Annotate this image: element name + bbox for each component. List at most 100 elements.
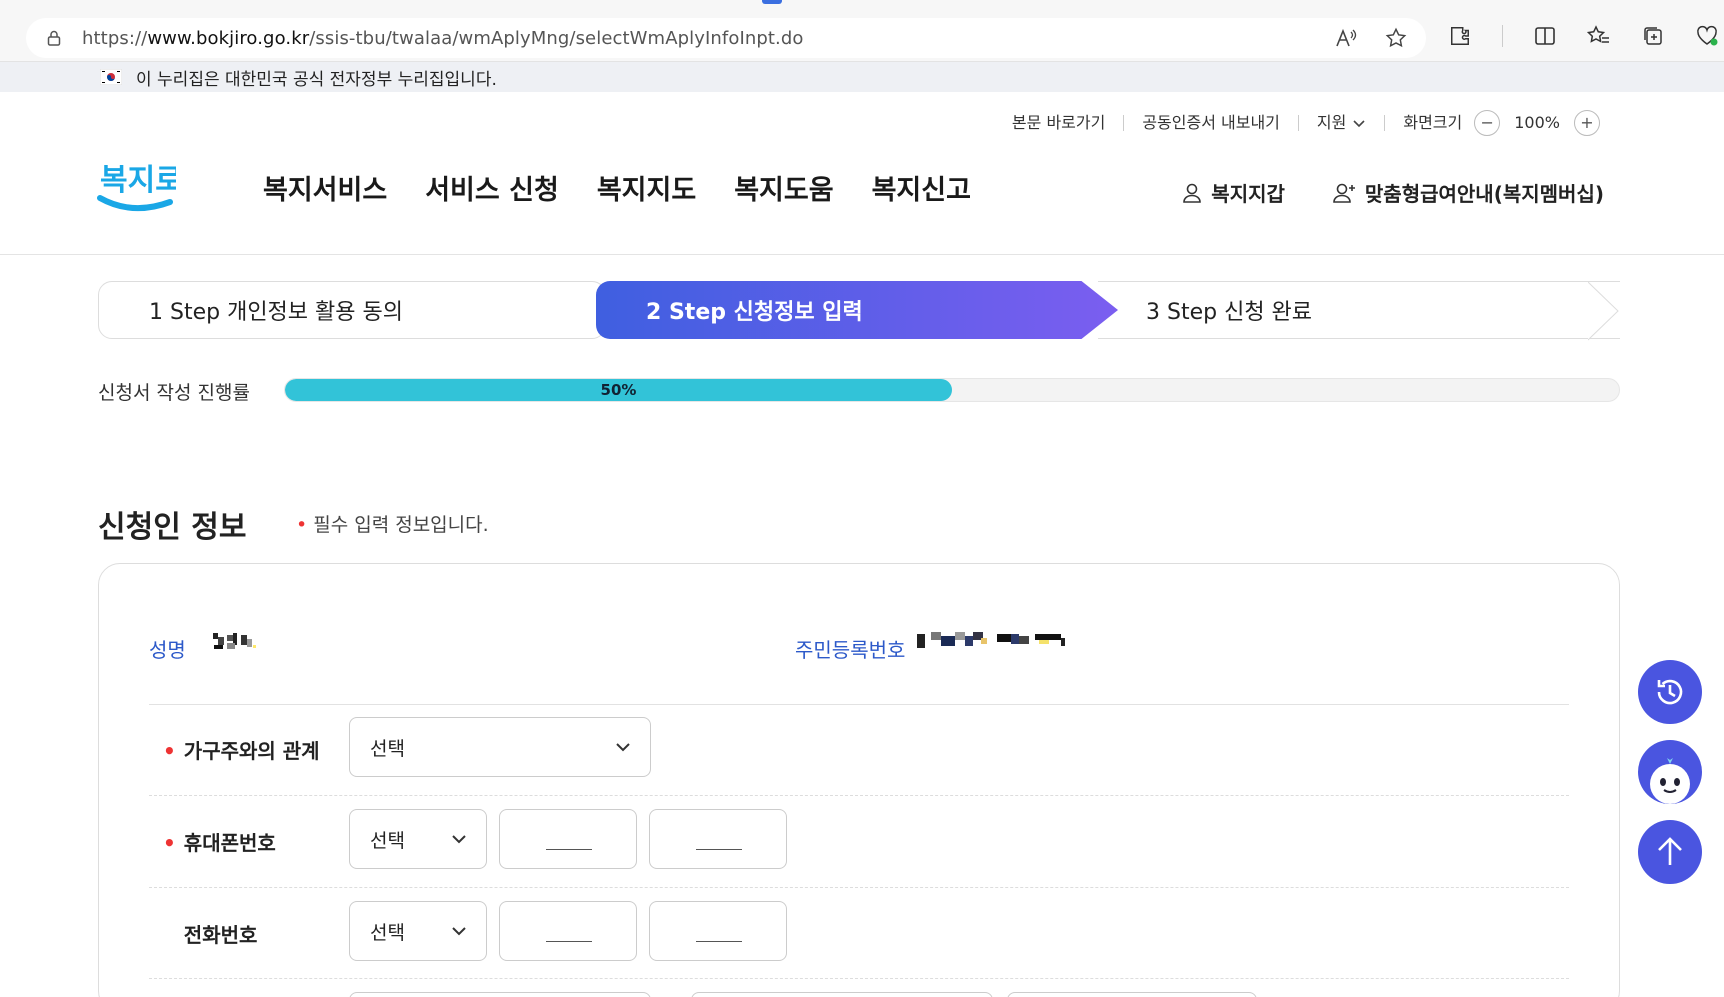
scroll-top-button[interactable] [1638, 820, 1702, 884]
address-bar[interactable]: https://www.bokjiro.go.kr/ssis-tbu/twala… [26, 18, 1426, 58]
phone-middle-input[interactable] [499, 901, 637, 961]
chevron-down-icon [1353, 120, 1365, 128]
chatbot-mascot-icon [1650, 758, 1690, 804]
application-progress: 신청서 작성 진행률 50% [98, 378, 1620, 404]
mobile-label-text: 휴대폰번호 [183, 831, 276, 855]
masked-rrn-value [917, 628, 1077, 652]
phone-middle-field[interactable] [500, 902, 636, 960]
input-underline [546, 849, 592, 850]
mobile-last-field[interactable] [650, 810, 786, 868]
membership-link[interactable]: 맞춤형급여안내(복지멤버십) [1333, 178, 1604, 207]
mobile-middle-field[interactable] [500, 810, 636, 868]
membership-label: 맞춤형급여안내(복지멤버십) [1364, 182, 1604, 206]
relation-label: • 가구주와의 관계 [163, 735, 320, 764]
mobile-prefix-value: 선택 [370, 829, 405, 852]
mobile-middle-input[interactable] [499, 809, 637, 869]
row-divider [149, 887, 1569, 888]
read-aloud-icon[interactable] [1334, 26, 1358, 50]
extensions-icon[interactable] [1448, 24, 1472, 48]
applicant-form-card: 성명 주민등록번호 • 가구주와의 관계 선택 • 휴대폰번호 선택 전화번호 … [98, 563, 1620, 997]
phone-prefix-select[interactable]: 선택 [349, 901, 487, 961]
chevron-down-icon [616, 743, 630, 752]
history-icon [1657, 679, 1683, 705]
rrn-label: 주민등록번호 [795, 638, 906, 662]
step-2-label: 2 Step 신청정보 입력 [646, 300, 863, 325]
nav-welfare-map[interactable]: 복지지도 [597, 168, 696, 207]
favorite-star-icon[interactable] [1384, 26, 1408, 50]
mobile-row: • 휴대폰번호 선택 [149, 809, 1569, 869]
mobile-label: • 휴대폰번호 [163, 827, 276, 856]
nav-welfare-help[interactable]: 복지도움 [734, 168, 833, 207]
utility-menu: 본문 바로가기 공동인증서 내보내기 지원 화면크기 − 100% + [994, 110, 1618, 136]
toolbar-divider [1502, 25, 1503, 47]
gov-official-banner: 이 누리집은 대한민국 공식 전자정부 누리집입니다. [0, 62, 1724, 92]
nav-welfare-report[interactable]: 복지신고 [872, 168, 971, 207]
url-text: https://www.bokjiro.go.kr/ssis-tbu/twala… [82, 27, 804, 49]
nav-service-apply[interactable]: 서비스 신청 [425, 168, 559, 207]
split-screen-icon[interactable] [1533, 24, 1557, 48]
export-certificate-link[interactable]: 공동인증서 내보내기 [1124, 115, 1299, 131]
masked-name-value [211, 630, 271, 654]
input-underline [546, 941, 592, 942]
required-note-text: 필수 입력 정보입니다. [313, 514, 489, 536]
row-divider [149, 795, 1569, 796]
input-underline [696, 849, 742, 850]
bokjiro-logo[interactable]: 복지로 [96, 150, 183, 220]
required-dot: • [163, 831, 176, 855]
applicant-info-row: 성명 주민등록번호 [149, 628, 1569, 668]
zoom-level: 100% [1514, 113, 1560, 132]
mobile-prefix-select[interactable]: 선택 [349, 809, 487, 869]
next-row-input[interactable] [691, 992, 993, 997]
row-divider [149, 704, 1569, 705]
user-add-icon [1333, 183, 1355, 203]
nav-welfare-service[interactable]: 복지서비스 [263, 168, 387, 207]
mobile-last-input[interactable] [649, 809, 787, 869]
relation-select[interactable]: 선택 [349, 717, 651, 777]
support-label: 지원 [1316, 113, 1347, 132]
step-2-active: 2 Step 신청정보 입력 [596, 281, 1118, 339]
skip-to-content-link[interactable]: 본문 바로가기 [994, 115, 1125, 131]
zoom-in-button[interactable]: + [1574, 110, 1600, 136]
korea-flag-icon [99, 68, 123, 86]
browser-essentials-icon[interactable] [1695, 24, 1719, 48]
phone-row: •전화번호 선택 [149, 901, 1569, 961]
progress-track: 50% [284, 378, 1620, 402]
next-row-select[interactable] [349, 992, 651, 997]
name-label: 성명 [149, 638, 186, 662]
site-header: 본문 바로가기 공동인증서 내보내기 지원 화면크기 − 100% + 복지로 … [0, 92, 1724, 255]
step-3-label: 3 Step 신청 완료 [1146, 300, 1313, 325]
zoom-out-button[interactable]: − [1474, 110, 1501, 136]
support-dropdown[interactable]: 지원 [1299, 113, 1386, 132]
gov-banner-text: 이 누리집은 대한민국 공식 전자정부 누리집입니다. [136, 69, 497, 90]
phone-label-text: 전화번호 [183, 923, 258, 947]
screen-size-label: 화면크기 [1403, 113, 1463, 132]
step-indicator: 1 Step 개인정보 활용 동의 3 Step 신청 완료 2 Step 신청… [98, 281, 1620, 341]
arrow-up-icon [1658, 837, 1682, 865]
phone-last-field[interactable] [650, 902, 786, 960]
recent-history-button[interactable] [1638, 660, 1702, 724]
chevron-down-icon [452, 835, 466, 844]
welfare-wallet-link[interactable]: 복지지갑 [1181, 178, 1285, 207]
lock-icon [46, 30, 62, 46]
tab-indicator [762, 0, 782, 4]
chevron-down-icon [452, 927, 466, 936]
step-1-label: 1 Step 개인정보 활용 동의 [149, 300, 403, 325]
required-dot: • [296, 514, 308, 536]
header-user-menu: 복지지갑 맞춤형급여안내(복지멤버십) [1181, 178, 1604, 207]
required-note: • 필수 입력 정보입니다. [296, 510, 489, 537]
next-row-input[interactable] [1007, 992, 1257, 997]
step-1: 1 Step 개인정보 활용 동의 [98, 281, 606, 339]
progress-fill: 50% [285, 379, 952, 401]
main-navigation: 복지서비스 서비스 신청 복지지도 복지도움 복지신고 [263, 168, 971, 207]
logo-text: 복지로 [100, 163, 176, 198]
collections-icon[interactable] [1641, 24, 1665, 48]
relation-row: • 가구주와의 관계 선택 [149, 717, 1569, 777]
progress-label: 신청서 작성 진행률 [98, 382, 250, 404]
step-3: 3 Step 신청 완료 [1098, 281, 1620, 339]
phone-prefix-value: 선택 [370, 921, 405, 944]
welfare-wallet-label: 복지지갑 [1211, 182, 1285, 206]
required-dot: • [163, 739, 176, 763]
favorites-icon[interactable] [1587, 24, 1611, 48]
phone-last-input[interactable] [649, 901, 787, 961]
chatbot-button[interactable] [1638, 740, 1702, 804]
